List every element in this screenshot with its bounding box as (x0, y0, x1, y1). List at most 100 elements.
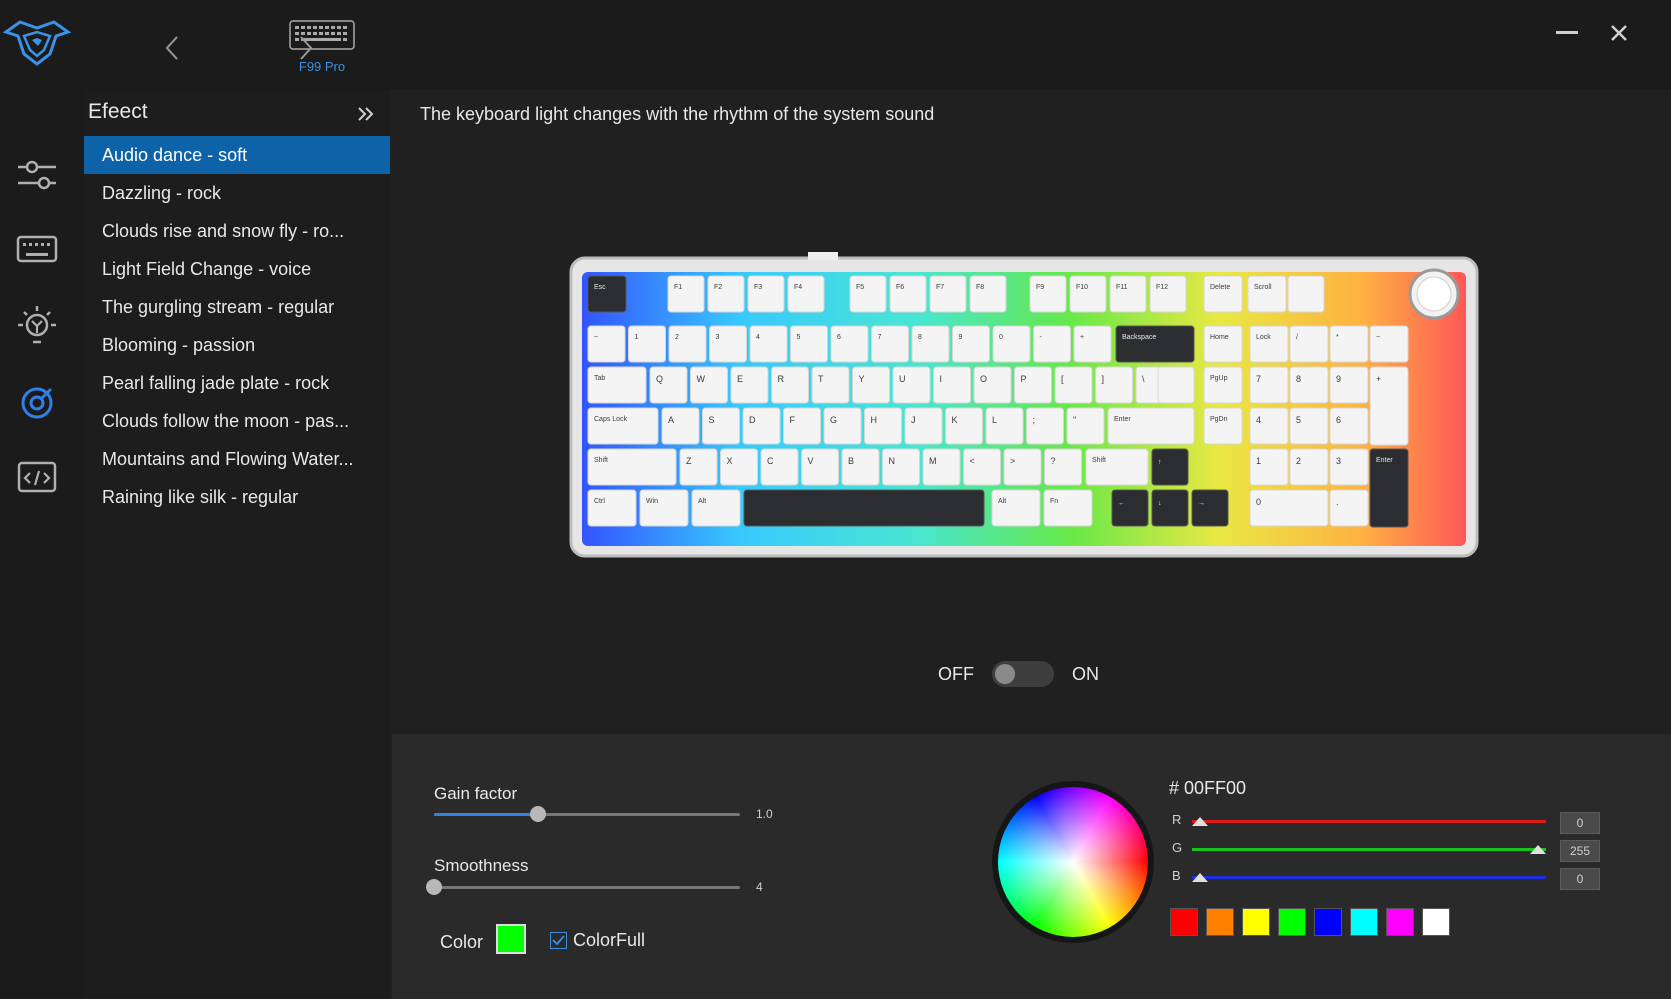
keycap-label: PgUp (1210, 375, 1228, 382)
keycap: / (1289, 325, 1329, 363)
keycap-label: PgDn (1210, 416, 1228, 423)
keycap: 6 (1329, 407, 1369, 445)
effect-item[interactable]: Blooming - passion (84, 326, 390, 364)
keycap: ← (1111, 489, 1149, 527)
smoothness-value: 4 (756, 880, 763, 894)
keycap-label: W (697, 374, 706, 384)
gain-factor-slider[interactable] (434, 806, 740, 822)
preset-color-swatch[interactable] (1422, 908, 1450, 936)
device-selector[interactable]: F99 Pro (280, 20, 364, 76)
keycap: 3 (1329, 448, 1369, 486)
keycap-label: Scroll (1254, 284, 1272, 291)
keycap-label: Lock (1256, 334, 1271, 341)
keycap-label: < (970, 456, 975, 466)
red-slider-marker[interactable] (1192, 817, 1208, 826)
keycap-label: 2 (1296, 456, 1301, 466)
keycap: F11 (1109, 275, 1147, 313)
effect-item[interactable]: Raining like silk - regular (84, 478, 390, 516)
performance-settings-icon[interactable] (14, 152, 60, 198)
next-device-button[interactable] (294, 30, 318, 66)
effect-toggle-switch[interactable] (992, 661, 1054, 687)
effect-item[interactable]: Mountains and Flowing Water... (84, 440, 390, 478)
green-value-input[interactable]: 255 (1560, 840, 1600, 862)
preset-color-swatch[interactable] (1242, 908, 1270, 936)
preset-color-swatch[interactable] (1314, 908, 1342, 936)
keycap-label: * (1336, 334, 1339, 341)
lighting-icon[interactable] (14, 302, 60, 348)
blue-slider-marker[interactable] (1192, 873, 1208, 882)
blue-slider[interactable] (1192, 873, 1546, 882)
keycap-label: F6 (896, 284, 904, 291)
checkbox-icon[interactable] (550, 932, 567, 949)
keycap-label: Z (686, 456, 692, 466)
hex-color-value: # 00FF00 (1169, 778, 1247, 798)
effect-item[interactable]: Light Field Change - voice (84, 250, 390, 288)
preset-color-swatch[interactable] (1170, 908, 1198, 936)
close-button[interactable] (1602, 18, 1636, 48)
keycap-label: / (1296, 334, 1298, 341)
audio-effect-icon[interactable] (14, 380, 60, 426)
keycap: 3 (709, 325, 747, 363)
checkmark-icon (552, 935, 565, 946)
keycap: Caps Lock (587, 407, 659, 445)
keycap: F6 (889, 275, 927, 313)
keycap: F1 (667, 275, 705, 313)
keycap: Enter (1107, 407, 1195, 445)
keycap-label: ; (1033, 415, 1036, 425)
keycap: Esc (587, 275, 627, 313)
keycap: 0 (992, 325, 1031, 363)
keycap-label: R (778, 374, 785, 384)
keycap: Alt (991, 489, 1041, 527)
effect-panel-title: Efeect (88, 100, 148, 123)
preset-color-swatch[interactable] (1350, 908, 1378, 936)
collapse-panel-button[interactable] (352, 102, 380, 126)
keycap-label: F (790, 415, 796, 425)
keycap: ↑ (1151, 448, 1189, 486)
prev-device-button[interactable] (160, 30, 184, 66)
preset-color-swatch[interactable] (1206, 908, 1234, 936)
effect-item[interactable]: Clouds follow the moon - pas... (84, 402, 390, 440)
minimize-button[interactable] (1550, 18, 1584, 48)
smoothness-thumb[interactable] (426, 879, 442, 895)
keycap-label: 0 (1256, 497, 1261, 507)
keycap-label: F7 (936, 284, 944, 291)
keycap: 7 (871, 325, 909, 363)
keycap-label: 7 (1256, 374, 1261, 384)
keycap: E (730, 366, 769, 404)
keycap: PgUp (1203, 366, 1243, 404)
colorfull-label: ColorFull (573, 930, 646, 950)
current-color-swatch[interactable] (496, 924, 526, 954)
keycap: F (783, 407, 821, 445)
effect-item[interactable]: Pearl falling jade plate - rock (84, 364, 390, 402)
keycap: 7 (1249, 366, 1289, 404)
preset-color-swatch[interactable] (1278, 908, 1306, 936)
gain-factor-thumb[interactable] (530, 806, 547, 822)
effect-item[interactable]: Audio dance - soft (84, 136, 390, 174)
effect-item[interactable]: The gurgling stream - regular (84, 288, 390, 326)
color-wheel[interactable] (998, 787, 1148, 937)
preset-color-swatch[interactable] (1386, 908, 1414, 936)
keycap-label: 0 (999, 334, 1003, 341)
colorfull-checkbox[interactable]: ColorFull (550, 930, 645, 951)
red-value-input[interactable]: 0 (1560, 812, 1600, 834)
effect-item[interactable]: Dazzling - rock (84, 174, 390, 212)
green-slider[interactable] (1192, 845, 1546, 854)
keyboard-icon[interactable] (14, 226, 60, 272)
green-slider-marker[interactable] (1530, 845, 1546, 854)
effect-item[interactable]: Clouds rise and snow fly - ro... (84, 212, 390, 250)
keycap: V (801, 448, 839, 486)
macro-code-icon[interactable] (14, 454, 60, 500)
keycap: Y (852, 366, 890, 404)
keycap-label: → (1198, 500, 1205, 507)
keycap: 4 (1249, 407, 1289, 445)
keycap-label: N (889, 456, 896, 466)
smoothness-slider[interactable] (426, 879, 740, 895)
toggle-off-label: OFF (938, 663, 974, 684)
close-icon (1611, 25, 1627, 41)
keycap-label: G (830, 415, 837, 425)
blue-value-input[interactable]: 0 (1560, 868, 1600, 890)
keycap-label: F11 (1116, 284, 1128, 291)
red-slider[interactable] (1192, 817, 1546, 826)
keycap-label: 8 (918, 334, 922, 341)
keycap: F2 (707, 275, 745, 313)
